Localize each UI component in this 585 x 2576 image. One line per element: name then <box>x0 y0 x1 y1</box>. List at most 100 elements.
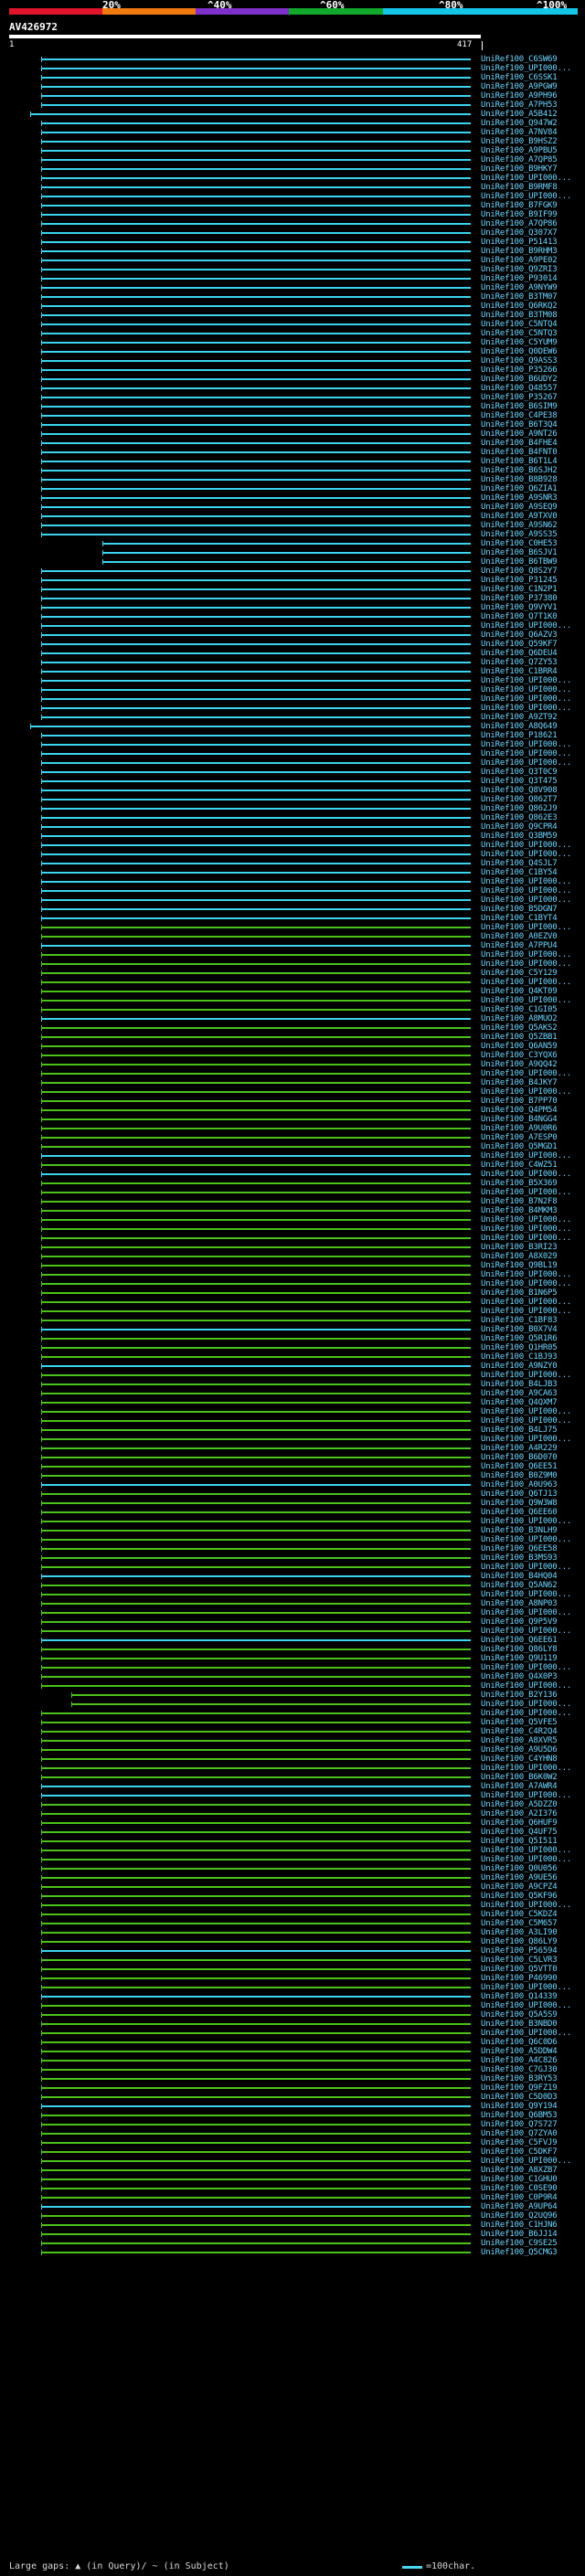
hit-link[interactable]: UniRef100_B6SIM9 <box>481 402 558 411</box>
hit-row[interactable]: UniRef100_B7FGK9 <box>0 201 585 210</box>
hit-link[interactable]: UniRef100_A7AWR4 <box>481 1782 558 1791</box>
hit-row[interactable]: UniRef100_B6SJH2 <box>0 466 585 475</box>
hit-row[interactable]: UniRef100_UPI000... <box>0 64 585 73</box>
hit-row[interactable]: UniRef100_UPI000... <box>0 923 585 932</box>
hit-row[interactable]: UniRef100_B2Y136 <box>0 1691 585 1700</box>
hit-row[interactable]: UniRef100_Q3T0C9 <box>0 768 585 777</box>
hit-row[interactable]: UniRef100_B0X7V4 <box>0 1325 585 1334</box>
hit-row[interactable]: UniRef100_Q5KF96 <box>0 1892 585 1901</box>
hit-row[interactable]: UniRef100_A9QQ42 <box>0 1060 585 1069</box>
hit-row[interactable]: UniRef100_C5YUM9 <box>0 338 585 347</box>
hit-link[interactable]: UniRef100_UPI000... <box>481 1279 571 1288</box>
hit-link[interactable]: UniRef100_A9UP64 <box>481 2202 558 2211</box>
hit-alignment-bar[interactable] <box>41 1383 471 1385</box>
hit-link[interactable]: UniRef100_Q6ZIA1 <box>481 484 558 493</box>
hit-row[interactable]: UniRef100_B5DGN7 <box>0 905 585 914</box>
hit-alignment-bar[interactable] <box>41 1155 471 1157</box>
hit-link[interactable]: UniRef100_UPI000... <box>481 850 571 859</box>
hit-link[interactable]: UniRef100_A9TXV0 <box>481 512 558 521</box>
hit-alignment-bar[interactable] <box>41 963 471 965</box>
hit-link[interactable]: UniRef100_B9RHM3 <box>481 247 558 256</box>
hit-alignment-bar[interactable] <box>41 588 471 590</box>
hit-alignment-bar[interactable] <box>41 424 471 426</box>
hit-alignment-bar[interactable] <box>41 1475 471 1477</box>
hit-link[interactable]: UniRef100_UPI000... <box>481 1215 571 1224</box>
hit-row[interactable]: UniRef100_B4MKM3 <box>0 1206 585 1215</box>
hit-link[interactable]: UniRef100_A8MUO2 <box>481 1014 558 1023</box>
hit-link[interactable]: UniRef100_A7PH53 <box>481 101 558 110</box>
hit-link[interactable]: UniRef100_Q5AN62 <box>481 1581 558 1590</box>
hit-link[interactable]: UniRef100_Q4PM54 <box>481 1106 558 1115</box>
hit-row[interactable]: UniRef100_B3NBD0 <box>0 2019 585 2029</box>
hit-link[interactable]: UniRef100_Q947W2 <box>481 119 558 128</box>
hit-alignment-bar[interactable] <box>41 1201 471 1203</box>
hit-alignment-bar[interactable] <box>41 296 471 298</box>
hit-alignment-bar[interactable] <box>41 1758 471 1760</box>
hit-alignment-bar[interactable] <box>102 552 471 554</box>
hit-alignment-bar[interactable] <box>41 1292 471 1294</box>
hit-link[interactable]: UniRef100_Q48557 <box>481 384 558 393</box>
hit-link[interactable]: UniRef100_Q6TJ13 <box>481 1489 558 1499</box>
hit-row[interactable]: UniRef100_B4FHE4 <box>0 439 585 448</box>
hit-row[interactable]: UniRef100_UPI000... <box>0 1298 585 1307</box>
hit-alignment-bar[interactable] <box>41 680 471 682</box>
hit-link[interactable]: UniRef100_A9PE02 <box>481 256 558 265</box>
hit-alignment-bar[interactable] <box>41 780 471 782</box>
hit-row[interactable]: UniRef100_Q3T475 <box>0 777 585 786</box>
hit-row[interactable]: UniRef100_B6TBW9 <box>0 557 585 567</box>
hit-alignment-bar[interactable] <box>41 1402 471 1404</box>
hit-alignment-bar[interactable] <box>41 1237 471 1239</box>
hit-link[interactable]: UniRef100_UPI000... <box>481 1087 571 1097</box>
hit-alignment-bar[interactable] <box>41 1941 471 1943</box>
hit-row[interactable]: UniRef100_Q862T7 <box>0 795 585 804</box>
hit-row[interactable]: UniRef100_Q5CMG3 <box>0 2248 585 2257</box>
hit-link[interactable]: UniRef100_P51413 <box>481 238 558 247</box>
hit-link[interactable]: UniRef100_UPI000... <box>481 1188 571 1197</box>
hit-alignment-bar[interactable] <box>41 1575 471 1577</box>
hit-link[interactable]: UniRef100_Q9U119 <box>481 1654 558 1663</box>
hit-link[interactable]: UniRef100_A9QQ42 <box>481 1060 558 1069</box>
hit-alignment-bar[interactable] <box>41 1813 471 1815</box>
hit-link[interactable]: UniRef100_UPI000... <box>481 996 571 1005</box>
hit-link[interactable]: UniRef100_UPI000... <box>481 64 571 73</box>
hit-alignment-bar[interactable] <box>41 159 471 161</box>
hit-row[interactable]: UniRef100_B6T1L4 <box>0 457 585 466</box>
hit-alignment-bar[interactable] <box>41 954 471 956</box>
hit-row[interactable]: UniRef100_C5LVR3 <box>0 1956 585 1965</box>
hit-link[interactable]: UniRef100_B1N6P5 <box>481 1288 558 1298</box>
hit-alignment-bar[interactable] <box>41 1493 471 1495</box>
hit-alignment-bar[interactable] <box>41 2105 471 2107</box>
hit-alignment-bar[interactable] <box>41 716 471 718</box>
hit-row[interactable]: UniRef100_Q9W3W8 <box>0 1499 585 1508</box>
hit-alignment-bar[interactable] <box>41 433 471 435</box>
hit-row[interactable]: UniRef100_B3RY53 <box>0 2074 585 2083</box>
hit-row[interactable]: UniRef100_C5NTQ3 <box>0 329 585 338</box>
hit-alignment-bar[interactable] <box>41 579 471 581</box>
hit-alignment-bar[interactable] <box>41 1868 471 1870</box>
hit-link[interactable]: UniRef100_A0U963 <box>481 1480 558 1489</box>
hit-row[interactable]: UniRef100_UPI000... <box>0 749 585 758</box>
hit-alignment-bar[interactable] <box>41 826 471 828</box>
hit-link[interactable]: UniRef100_B0Z9M0 <box>481 1471 558 1480</box>
hit-row[interactable]: UniRef100_A9UP64 <box>0 2202 585 2211</box>
hit-row[interactable]: UniRef100_UPI000... <box>0 950 585 959</box>
hit-alignment-bar[interactable] <box>41 570 471 572</box>
hit-link[interactable]: UniRef100_UPI000... <box>481 1270 571 1279</box>
hit-link[interactable]: UniRef100_A3LI90 <box>481 1928 558 1937</box>
hit-row[interactable]: UniRef100_P56594 <box>0 1946 585 1956</box>
hit-row[interactable]: UniRef100_UPI000... <box>0 685 585 694</box>
hit-link[interactable]: UniRef100_Q2UQ96 <box>481 2211 558 2221</box>
hit-alignment-bar[interactable] <box>41 2060 471 2062</box>
hit-row[interactable]: UniRef100_UPI000... <box>0 1590 585 1599</box>
hit-link[interactable]: UniRef100_A9U0R6 <box>481 1124 558 1133</box>
hit-row[interactable]: UniRef100_C3YQX6 <box>0 1051 585 1060</box>
hit-alignment-bar[interactable] <box>41 1246 471 1248</box>
hit-link[interactable]: UniRef100_B4MKM3 <box>481 1206 558 1215</box>
hit-row[interactable]: UniRef100_A7ESP0 <box>0 1133 585 1142</box>
hit-row[interactable]: UniRef100_Q9ZRI3 <box>0 265 585 274</box>
hit-row[interactable]: UniRef100_A5DDW4 <box>0 2047 585 2056</box>
hit-alignment-bar[interactable] <box>41 1347 471 1349</box>
hit-alignment-bar[interactable] <box>41 1009 471 1011</box>
hit-row[interactable]: UniRef100_A9PGW9 <box>0 82 585 91</box>
hit-alignment-bar[interactable] <box>41 1146 471 1148</box>
